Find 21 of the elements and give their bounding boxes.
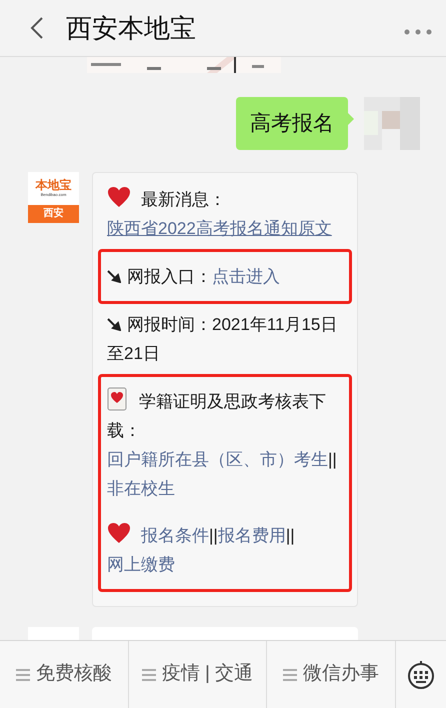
message-paragraph: 报名条件||报名费用|| 网上缴费: [107, 521, 343, 579]
sent-message-bubble: 高考报名: [236, 97, 348, 150]
link[interactable]: 点击进入: [212, 267, 280, 286]
link[interactable]: 区、市）考生: [226, 450, 328, 469]
menu-button[interactable]: 疫情 | 交通: [129, 641, 267, 708]
logo-name: 本地宝: [34, 178, 72, 192]
message-paragraph: 最新消息： 陕西省2022高考报名通知原文: [107, 185, 343, 243]
link[interactable]: 报名费用: [218, 526, 286, 545]
link[interactable]: 回户籍所在县（: [107, 450, 226, 469]
menu-button[interactable]: 免费核酸: [0, 641, 129, 708]
link[interactable]: 网上缴费: [107, 555, 175, 574]
window-title: 西安本地宝: [66, 12, 196, 44]
link[interactable]: 非在校生: [107, 479, 175, 498]
article-link[interactable]: 陕西省20: [107, 219, 177, 238]
menu-button[interactable]: 微信办事: [267, 641, 396, 708]
message-paragraph: 网报时间：2021年11月15日至21日: [107, 314, 338, 365]
logo-city: 西安: [28, 205, 79, 223]
link[interactable]: 报名条件: [141, 526, 209, 545]
article-link[interactable]: 22高考报名通知原文: [176, 219, 332, 238]
message-paragraph: 学籍证明及思政考核表下载： 回户籍所在县（区、市）考生|| 非在校生: [107, 387, 343, 503]
message-paragraph: 网报入口：点击进入: [107, 262, 343, 291]
